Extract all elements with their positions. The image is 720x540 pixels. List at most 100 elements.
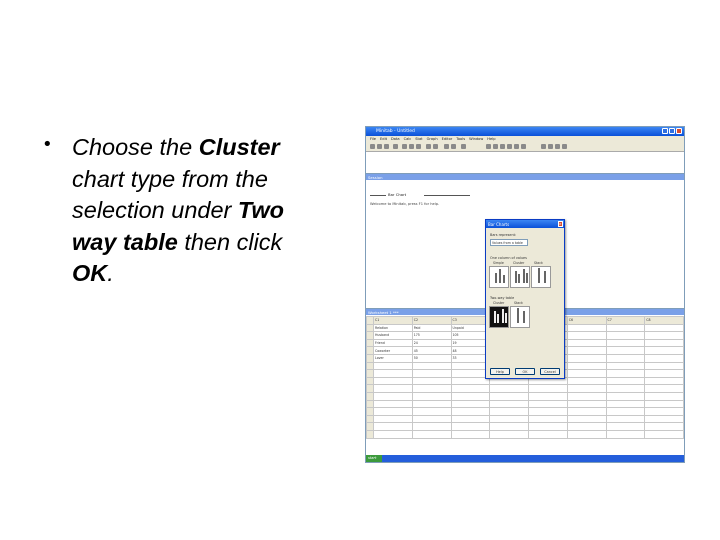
ok-button[interactable]: OK (515, 368, 535, 375)
data-cell[interactable] (566, 361, 607, 371)
menu-edit[interactable]: Edit (380, 137, 387, 141)
tool-g-icon[interactable] (541, 144, 546, 149)
row-header[interactable] (366, 414, 374, 424)
data-cell[interactable] (411, 361, 452, 371)
data-cell[interactable] (489, 414, 529, 424)
cut-icon[interactable] (402, 144, 407, 149)
data-cell[interactable] (644, 414, 684, 424)
print-icon[interactable] (393, 144, 398, 149)
data-cell[interactable]: 50 (411, 353, 452, 363)
column-name-cell[interactable] (566, 323, 607, 333)
data-cell[interactable] (450, 429, 491, 439)
data-cell[interactable] (566, 369, 607, 378)
data-cell[interactable] (450, 407, 491, 416)
row-header[interactable] (366, 369, 374, 378)
data-cell[interactable] (605, 369, 646, 378)
data-cell[interactable] (489, 384, 529, 393)
tool-f-icon[interactable] (521, 144, 526, 149)
data-cell[interactable] (373, 376, 413, 386)
data-cell[interactable] (373, 414, 413, 424)
row-header[interactable] (366, 384, 374, 393)
minimize-icon[interactable] (662, 128, 668, 134)
data-cell[interactable] (605, 361, 646, 371)
data-cell[interactable] (411, 407, 452, 416)
stack-chart-option[interactable] (531, 266, 551, 288)
column-name-cell[interactable] (605, 323, 646, 333)
data-cell[interactable] (605, 422, 646, 431)
menu-window[interactable]: Window (469, 137, 483, 141)
undo-icon[interactable] (426, 144, 431, 149)
data-cell[interactable] (644, 429, 684, 439)
data-cell[interactable] (411, 414, 452, 424)
two-way-cluster-option[interactable] (489, 306, 509, 328)
menu-data[interactable]: Data (391, 137, 400, 141)
row-header[interactable] (366, 422, 374, 431)
data-cell[interactable] (411, 384, 452, 393)
menu-editor[interactable]: Editor (442, 137, 453, 141)
data-cell[interactable] (566, 429, 607, 439)
data-cell[interactable] (489, 422, 529, 431)
paste-icon[interactable] (416, 144, 421, 149)
data-cell[interactable]: Friend (373, 338, 413, 348)
data-cell[interactable] (450, 369, 491, 378)
data-cell[interactable] (566, 338, 607, 348)
stat-icon[interactable] (451, 144, 456, 149)
help-icon[interactable] (461, 144, 466, 149)
data-cell[interactable]: 105 (450, 331, 491, 340)
dialog-close-icon[interactable]: × (557, 221, 563, 227)
row-header[interactable] (366, 353, 374, 363)
data-cell[interactable] (411, 399, 452, 409)
data-cell[interactable] (528, 407, 568, 416)
data-cell[interactable]: 33 (450, 353, 491, 363)
data-cell[interactable] (566, 384, 607, 393)
data-cell[interactable] (450, 361, 491, 371)
tool-h-icon[interactable] (548, 144, 553, 149)
column-header[interactable]: C1 (373, 316, 413, 325)
column-name-cell[interactable]: Unpaid (450, 323, 491, 333)
data-cell[interactable] (489, 391, 529, 401)
data-cell[interactable] (605, 414, 646, 424)
data-cell[interactable]: Coworker (373, 346, 413, 355)
save-icon[interactable] (384, 144, 389, 149)
row-header[interactable] (366, 361, 374, 371)
data-cell[interactable] (528, 429, 568, 439)
redo-icon[interactable] (433, 144, 438, 149)
data-cell[interactable] (373, 369, 413, 378)
data-cell[interactable] (450, 384, 491, 393)
data-cell[interactable] (605, 407, 646, 416)
graph-icon[interactable] (444, 144, 449, 149)
menu-graph[interactable]: Graph (427, 137, 438, 141)
maximize-icon[interactable] (669, 128, 675, 134)
row-header[interactable] (366, 323, 374, 333)
data-cell[interactable]: 175 (411, 331, 452, 340)
data-cell[interactable] (411, 376, 452, 386)
data-cell[interactable] (373, 429, 413, 439)
data-cell[interactable] (605, 376, 646, 386)
new-icon[interactable] (370, 144, 375, 149)
corner-cell[interactable] (366, 316, 374, 325)
data-cell[interactable] (644, 376, 684, 386)
column-header[interactable]: C8 (644, 316, 684, 325)
cluster-chart-option[interactable] (510, 266, 530, 288)
cancel-button[interactable]: Cancel (540, 368, 560, 375)
tool-a-icon[interactable] (486, 144, 491, 149)
help-button[interactable]: Help (490, 368, 510, 375)
data-cell[interactable] (373, 422, 413, 431)
data-cell[interactable] (450, 391, 491, 401)
data-cell[interactable] (605, 353, 646, 363)
data-cell[interactable] (644, 369, 684, 378)
data-cell[interactable] (450, 376, 491, 386)
data-cell[interactable] (566, 353, 607, 363)
data-cell[interactable] (411, 369, 452, 378)
data-cell[interactable] (411, 391, 452, 401)
data-cell[interactable] (605, 346, 646, 355)
data-cell[interactable] (373, 384, 413, 393)
data-cell[interactable] (373, 407, 413, 416)
column-header[interactable]: C2 (411, 316, 452, 325)
column-header[interactable]: C7 (605, 316, 646, 325)
row-header[interactable] (366, 346, 374, 355)
close-icon[interactable] (676, 128, 682, 134)
data-cell[interactable] (605, 429, 646, 439)
data-cell[interactable] (528, 399, 568, 409)
data-cell[interactable] (373, 399, 413, 409)
